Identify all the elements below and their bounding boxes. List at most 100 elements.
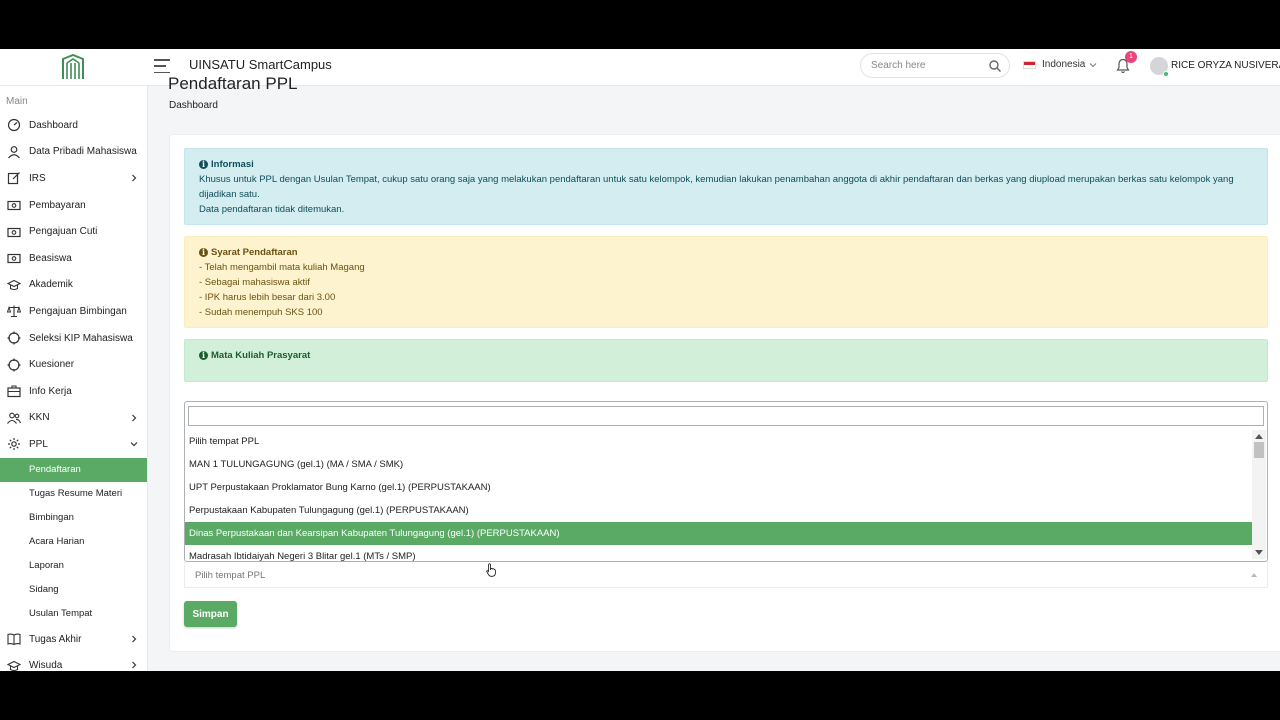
place-select-value: Pilih tempat PPL (195, 570, 266, 581)
prerequisite-alert-title-text: Mata Kuliah Prasyarat (211, 350, 311, 361)
sidebar-subitem-laporan[interactable]: Laporan (0, 554, 147, 578)
info-circle-icon (199, 348, 208, 363)
scrollbar-thumb[interactable] (1254, 442, 1264, 458)
requirement-item: - Sudah menempuh SKS 100 (199, 307, 323, 318)
sidebar-item-label: Info Kerja (29, 385, 72, 397)
search-box (860, 53, 1010, 78)
sidebar-subitem-acara-harian[interactable]: Acara Harian (0, 530, 147, 554)
sidebar-item-label: Pembayaran (29, 199, 86, 211)
app-viewport: UINSATU SmartCampus Indonesia 1 RICE ORY… (0, 49, 1280, 671)
sidebar-item-ppl[interactable]: PPL (0, 431, 147, 458)
online-status-dot (1163, 71, 1169, 77)
sidebar-item-seleksi-kip[interactable]: Seleksi KIP Mahasiswa (0, 325, 147, 352)
place-option-highlighted[interactable]: Dinas Perpustakaan dan Kearsipan Kabupat… (185, 522, 1253, 545)
sidebar-section-label: Main (6, 96, 28, 107)
hamburger-menu-icon[interactable] (154, 59, 170, 73)
brand-logo[interactable] (0, 49, 145, 86)
place-option[interactable]: Madrasah Ibtidaiyah Negeri 3 Blitar gel.… (185, 545, 1253, 561)
money-icon (7, 227, 21, 237)
user-icon (8, 145, 20, 159)
sidebar-item-wisuda[interactable]: Wisuda (0, 652, 147, 671)
user-name[interactable]: RICE ORYZA NUSIVERA (1171, 60, 1280, 71)
graduation-cap-icon (7, 279, 21, 290)
gear-icon (8, 438, 20, 451)
info-circle-icon (199, 245, 208, 260)
place-options-list: Pilih tempat PPL MAN 1 TULUNGAGUNG (gel.… (185, 430, 1253, 561)
caret-up-icon (1251, 573, 1257, 577)
info-alert-title-text: Informasi (211, 159, 254, 170)
chevron-right-icon (132, 661, 137, 669)
sidebar-item-label: KKN (29, 412, 50, 424)
indonesia-flag-icon (1023, 60, 1036, 69)
sidebar-item-tugas-akhir[interactable]: Tugas Akhir (0, 626, 147, 653)
registration-card: Informasi Khusus untuk PPL dengan Usulan… (169, 134, 1280, 652)
search-input[interactable] (871, 60, 981, 71)
briefcase-icon (7, 385, 21, 398)
place-dropdown-panel: Pilih tempat PPL MAN 1 TULUNGAGUNG (gel.… (184, 401, 1268, 562)
requirements-alert-title-text: Syarat Pendaftaran (211, 247, 298, 258)
breadcrumb[interactable]: Dashboard (169, 100, 218, 111)
requirement-item: - Sebagai mahasiswa aktif (199, 277, 310, 288)
requirement-item: - IPK harus lebih besar dari 3.00 (199, 292, 336, 303)
sidebar-item-pengajuan-cuti[interactable]: Pengajuan Cuti (0, 218, 147, 245)
sidebar-item-kuesioner[interactable]: Kuesioner (0, 351, 147, 378)
requirement-item: - Telah mengambil mata kuliah Magang (199, 262, 365, 273)
sidebar-item-label: Wisuda (29, 660, 63, 671)
sidebar-item-data-pribadi[interactable]: Data Pribadi Mahasiswa (0, 139, 147, 166)
sidebar-subitem-bimbingan[interactable]: Bimbingan (0, 506, 147, 530)
requirements-alert-title: Syarat Pendaftaran (199, 245, 1253, 260)
sidebar-item-label: Dashboard (29, 119, 78, 131)
place-option[interactable]: Pilih tempat PPL (185, 430, 1253, 453)
scale-icon (7, 305, 21, 318)
page-title: Pendaftaran PPL (168, 74, 298, 93)
money-icon (7, 254, 21, 264)
sidebar-item-pembayaran[interactable]: Pembayaran (0, 192, 147, 219)
language-label: Indonesia (1042, 59, 1086, 70)
scroll-down-arrow-icon[interactable] (1255, 550, 1263, 555)
sidebar-subitem-sidang[interactable]: Sidang (0, 578, 147, 602)
save-button[interactable]: Simpan (184, 601, 237, 627)
sidebar-item-beasiswa[interactable]: Beasiswa (0, 245, 147, 272)
sidebar-item-irs[interactable]: IRS (0, 165, 147, 192)
sidebar-item-label: Data Pribadi Mahasiswa (29, 146, 137, 158)
place-select[interactable]: Pilih tempat PPL (184, 562, 1268, 588)
mouse-cursor-icon (486, 563, 496, 577)
crosshair-icon (7, 331, 21, 345)
place-dropdown-search-input[interactable] (188, 406, 1264, 426)
chevron-down-icon (1090, 62, 1097, 67)
scroll-up-arrow-icon[interactable] (1255, 434, 1263, 439)
sidebar-item-kkn[interactable]: KKN (0, 405, 147, 432)
money-icon (7, 200, 21, 211)
info-alert-text: Khusus untuk PPL dengan Usulan Tempat, c… (199, 174, 1234, 200)
logo-icon (61, 54, 84, 79)
main-content: Pendaftaran PPL Dashboard Informasi Khus… (148, 74, 1280, 671)
info-alert-status: Data pendaftaran tidak ditemukan. (199, 204, 345, 215)
prerequisite-alert-title: Mata Kuliah Prasyarat (199, 348, 1253, 363)
requirements-alert: Syarat Pendaftaran - Telah mengambil mat… (184, 236, 1268, 328)
notification-badge: 1 (1125, 51, 1137, 63)
sidebar-item-label: IRS (29, 172, 46, 184)
sidebar-item-akademik[interactable]: Akademik (0, 272, 147, 299)
dropdown-scrollbar[interactable] (1252, 430, 1266, 559)
sidebar-subitem-usulan-tempat[interactable]: Usulan Tempat (0, 602, 147, 626)
place-option[interactable]: MAN 1 TULUNGAGUNG (gel.1) (MA / SMA / SM… (185, 453, 1253, 476)
chevron-right-icon (132, 635, 137, 643)
sidebar-item-label: Tugas Akhir (29, 633, 82, 645)
users-icon (7, 412, 21, 424)
sidebar-item-label: Seleksi KIP Mahasiswa (29, 332, 133, 344)
sidebar-item-info-kerja[interactable]: Info Kerja (0, 378, 147, 405)
sidebar-item-label: Kuesioner (29, 359, 75, 371)
sidebar-item-label: PPL (29, 438, 48, 450)
sidebar-subitem-pendaftaran[interactable]: Pendaftaran (0, 457, 147, 482)
sidebar-item-dashboard[interactable]: Dashboard (0, 112, 147, 139)
sidebar-subitem-tugas-resume[interactable]: Tugas Resume Materi (0, 482, 147, 506)
place-option[interactable]: UPT Perpustakaan Proklamator Bung Karno … (185, 476, 1253, 499)
language-selector[interactable]: Indonesia (1023, 59, 1097, 70)
sidebar-item-pengajuan-bimbingan[interactable]: Pengajuan Bimbingan (0, 298, 147, 325)
search-icon[interactable] (988, 59, 1002, 73)
place-option[interactable]: Perpustakaan Kabupaten Tulungagung (gel.… (185, 499, 1253, 522)
graduation-cap-icon (7, 660, 21, 671)
dashboard-icon (7, 119, 21, 132)
chevron-down-icon (130, 442, 138, 447)
info-alert: Informasi Khusus untuk PPL dengan Usulan… (184, 148, 1268, 225)
